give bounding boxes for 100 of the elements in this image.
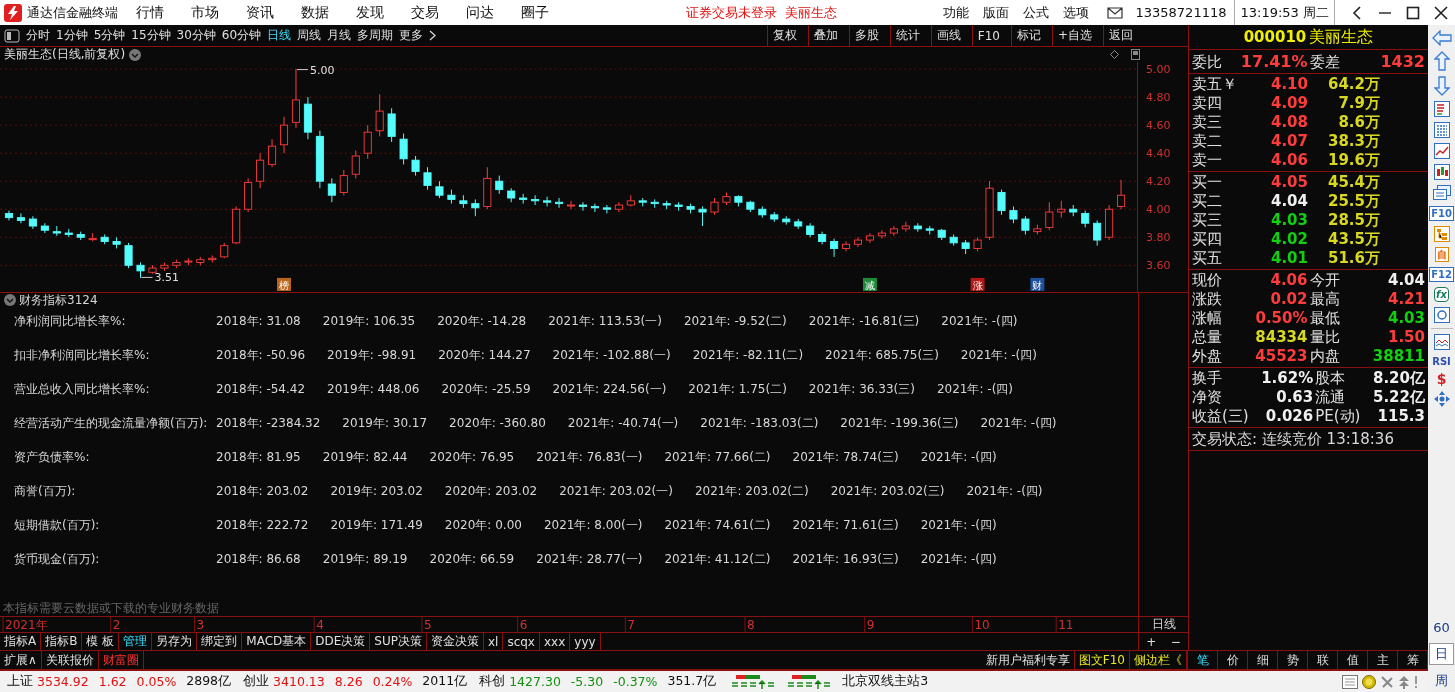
quote-value: 115.3 <box>1377 407 1425 426</box>
menu-item[interactable]: 选项 <box>1063 3 1090 22</box>
coin-icon[interactable] <box>1362 674 1376 689</box>
bid-volume: 25.5万 <box>1327 192 1380 211</box>
back-icon[interactable] <box>1352 5 1364 20</box>
chart-action-button[interactable]: 返回 <box>1103 25 1138 46</box>
quote-tab[interactable]: 值 <box>1338 651 1368 669</box>
chart-action-button[interactable]: 统计 <box>889 25 925 46</box>
menu-item[interactable]: 公式 <box>1023 3 1050 22</box>
panel-toggle-icon[interactable] <box>4 28 20 43</box>
left-arrow-icon[interactable] <box>1431 30 1452 46</box>
candle <box>913 222 922 233</box>
price-axis-label: 4.00 <box>1146 203 1171 217</box>
menu-item[interactable]: 功能 <box>943 3 970 22</box>
menu-item[interactable]: 交易 <box>411 3 439 22</box>
windows-icon[interactable] <box>1432 185 1451 201</box>
quote-tab[interactable]: 联 <box>1308 651 1338 669</box>
close-icon[interactable] <box>1434 5 1448 20</box>
chart-action-button[interactable]: 复权 <box>766 25 802 46</box>
more-periods-link[interactable]: 更多 <box>399 27 424 44</box>
alert-icon[interactable] <box>1414 675 1418 688</box>
quote-tab[interactable]: 价 <box>1218 651 1248 669</box>
diamond-icon[interactable] <box>1110 50 1119 59</box>
quote-tab[interactable]: 势 <box>1278 651 1308 669</box>
menu-item[interactable]: 问达 <box>466 3 494 22</box>
collapse-icon[interactable] <box>4 294 16 306</box>
table-icon[interactable] <box>1433 122 1450 138</box>
formula-button[interactable]: fx <box>1434 287 1449 302</box>
rsi-button[interactable]: RSI <box>1431 355 1452 368</box>
zoom-button[interactable]: − <box>1163 633 1188 650</box>
maximize-icon[interactable] <box>1406 5 1420 20</box>
candle <box>148 264 157 275</box>
metric-value: 2018年: 203.02 <box>216 483 309 500</box>
period-tab[interactable]: 60分钟 <box>221 27 262 44</box>
period-tab[interactable]: 5分钟 <box>93 27 126 44</box>
chart-action-button[interactable]: 叠加 <box>807 25 843 46</box>
list-icon[interactable] <box>1433 101 1450 117</box>
menu-item[interactable]: 行情 <box>136 3 164 22</box>
wave-chart-icon[interactable] <box>1433 334 1450 350</box>
chart-action-button[interactable]: +自选 <box>1051 25 1097 46</box>
quote-value: 5.22亿 <box>1373 388 1425 407</box>
chevron-right-icon[interactable] <box>429 30 437 41</box>
circle-icon[interactable] <box>1433 307 1450 323</box>
f10-button[interactable]: F10 <box>1429 206 1454 221</box>
quote-tab[interactable]: 主 <box>1368 651 1398 669</box>
period-tab[interactable]: 月线 <box>327 27 352 44</box>
menu-item[interactable]: 市场 <box>191 3 219 22</box>
market-breadth-icon[interactable] <box>786 674 833 689</box>
period-tab[interactable]: 1分钟 <box>56 27 88 44</box>
document-icon[interactable] <box>1342 674 1358 689</box>
event-marker[interactable]: 榜 <box>277 277 291 291</box>
menu-item[interactable]: 版面 <box>983 3 1010 22</box>
zoom-button[interactable]: + <box>1139 633 1164 650</box>
period-tab[interactable]: 30分钟 <box>176 27 216 44</box>
quote-label: 总量 <box>1192 328 1222 347</box>
event-marker[interactable]: 涨 <box>970 277 985 291</box>
money-button[interactable]: $ <box>1435 373 1448 386</box>
chart-action-button[interactable]: F10 <box>971 25 1005 46</box>
line-chart-icon[interactable] <box>1433 143 1450 159</box>
chart-action-button[interactable]: 标记 <box>1010 25 1046 46</box>
menu-item[interactable]: 资讯 <box>246 3 274 22</box>
period-button[interactable]: 日 <box>1429 643 1454 665</box>
period-tab[interactable]: 多周期 <box>357 27 394 44</box>
candle <box>698 205 707 227</box>
f12-button[interactable]: F12 <box>1429 267 1454 282</box>
quote-value: 45523 <box>1255 347 1308 366</box>
down-arrow-icon[interactable] <box>1433 76 1450 96</box>
chart-action-button[interactable]: 多股 <box>848 25 884 46</box>
period-tab[interactable]: 15分钟 <box>131 27 171 44</box>
up-arrow-icon[interactable] <box>1433 51 1450 71</box>
square-icon[interactable] <box>1131 49 1140 60</box>
event-marker[interactable]: 减 <box>862 277 877 291</box>
bid-label: 买五 <box>1192 249 1223 268</box>
event-marker[interactable]: 财 <box>1030 277 1045 291</box>
mail-icon[interactable] <box>1107 6 1124 19</box>
quote-value: 4.04 <box>1388 271 1425 290</box>
menu-item[interactable]: 发现 <box>356 3 384 22</box>
login-notice[interactable]: 证券交易未登录 <box>686 3 777 22</box>
double-up-arrow-icon[interactable] <box>1398 674 1410 689</box>
menu-item[interactable]: 数据 <box>301 3 329 22</box>
metric-label: 净利润同比增长率%: <box>14 313 127 330</box>
quote-value: 8.20亿 <box>1373 369 1425 388</box>
candle <box>339 169 348 196</box>
tree-icon[interactable] <box>1433 226 1450 242</box>
candle <box>925 225 934 235</box>
period-tab[interactable]: 日线 <box>267 27 292 44</box>
quote-tab[interactable]: 细 <box>1248 651 1278 669</box>
menu-item[interactable]: 圈子 <box>521 3 549 22</box>
metric-value: 2019年: -98.91 <box>327 347 417 364</box>
period-tab[interactable]: 分时 <box>26 27 50 44</box>
watchlist-button[interactable]: 自 <box>1434 247 1449 262</box>
quote-tab[interactable]: 笔 <box>1188 651 1218 669</box>
dropdown-icon[interactable] <box>129 48 142 61</box>
quote-label: 外盘 <box>1192 347 1222 366</box>
period-tab[interactable]: 周线 <box>297 27 322 44</box>
market-breadth-icon[interactable] <box>730 674 777 689</box>
index-value: 1427.30 <box>509 674 561 689</box>
candlestick-icon[interactable] <box>1433 164 1450 180</box>
chart-action-button[interactable]: 画线 <box>930 25 966 46</box>
move-icon[interactable] <box>1433 391 1450 407</box>
